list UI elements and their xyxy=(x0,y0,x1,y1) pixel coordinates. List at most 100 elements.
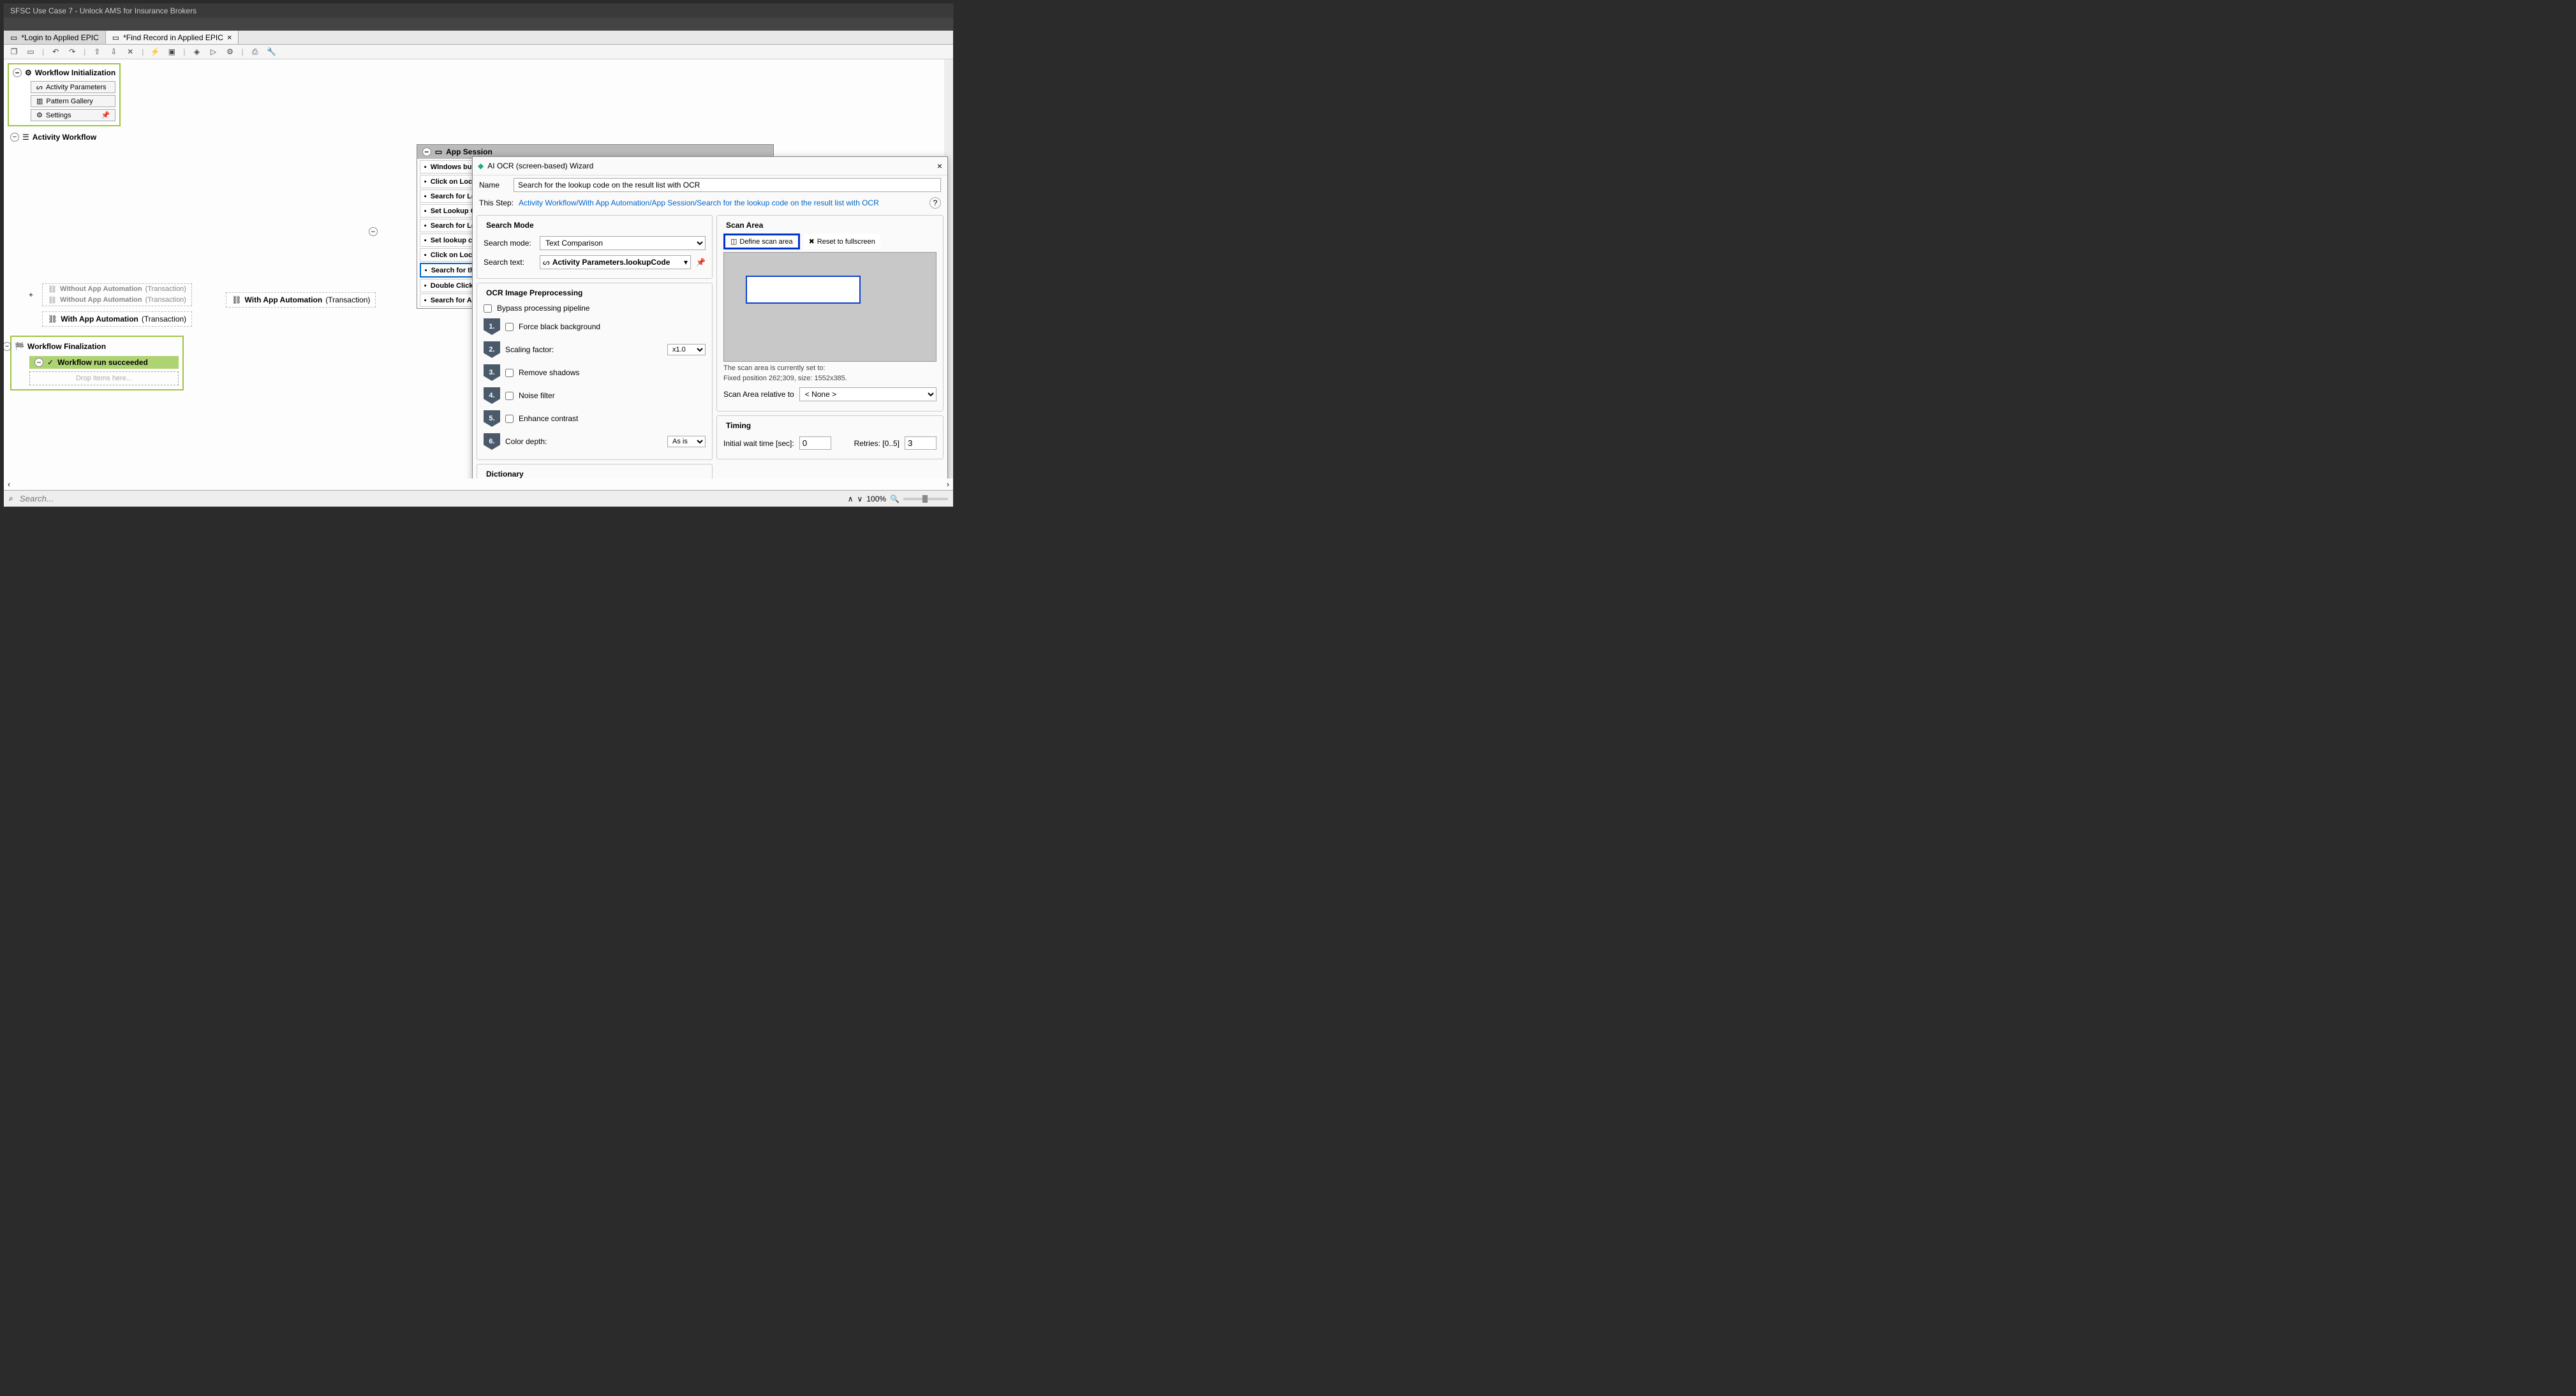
name-row: Name xyxy=(473,175,947,195)
activity-workflow-header[interactable]: − ☰ Activity Workflow xyxy=(10,131,947,143)
link-icon: ⛓ xyxy=(48,296,57,304)
close-icon[interactable]: × xyxy=(227,33,232,42)
gear-icon[interactable]: ⚙ xyxy=(225,47,235,57)
step-path-row: This Step: Activity Workflow/With App Au… xyxy=(473,195,947,211)
tab-find-record[interactable]: ▭ *Find Record in Applied EPIC × xyxy=(106,31,239,44)
chevron-down-icon[interactable]: ∨ xyxy=(857,494,863,503)
ocr-select[interactable]: x1.0 xyxy=(667,344,706,355)
ocr-step: 3. Remove shadows xyxy=(484,361,706,384)
toolbar: ❐ ▭ | ↶ ↷ | ⇧ ⇩ ✕ | ⚡ ▣ | ◈ ▷ ⚙ | ⎙ 🔧 xyxy=(4,45,953,59)
play-icon[interactable]: ▷ xyxy=(209,47,219,57)
with-app-automation-after: ⛓ With App Automation (Transaction) xyxy=(42,311,192,327)
gears-icon: ⚙ xyxy=(25,68,32,77)
down-icon[interactable]: ⇩ xyxy=(108,47,119,57)
check-icon: ✓ xyxy=(47,358,54,367)
retries-input[interactable] xyxy=(905,436,936,450)
wand-icon[interactable]: ⚡ xyxy=(150,47,160,57)
truck-icon[interactable]: ▣ xyxy=(167,47,177,57)
pin-icon[interactable]: 📌 xyxy=(696,258,706,267)
step-path[interactable]: Activity Workflow/With App Automation/Ap… xyxy=(519,198,879,207)
name-label: Name xyxy=(479,181,508,189)
up-icon[interactable]: ⇧ xyxy=(92,47,102,57)
ocr-checkbox[interactable] xyxy=(505,415,514,423)
collapse-icon[interactable]: − xyxy=(10,133,19,142)
scan-note-2: Fixed position 262;309, size: 1552x385. xyxy=(723,375,936,382)
scan-preview[interactable] xyxy=(723,252,936,362)
print-icon[interactable]: ⎙ xyxy=(250,47,260,57)
ocr-checkbox[interactable] xyxy=(505,323,514,331)
pattern-gallery-button[interactable]: ▥Pattern Gallery xyxy=(31,95,115,107)
chevron-down-icon[interactable]: ▾ xyxy=(684,258,688,267)
step-icon: ▪ xyxy=(424,163,427,171)
zoom-icon[interactable]: 🔍 xyxy=(890,494,899,503)
relative-to-select[interactable]: < None > xyxy=(799,387,936,401)
scan-note-1: The scan area is currently set to: xyxy=(723,364,936,372)
define-scan-area-button[interactable]: ◫Define scan area xyxy=(723,234,800,249)
ghost-item[interactable]: ⛓Without App Automation (Transaction) xyxy=(43,295,191,306)
pin-icon[interactable]: 📌 xyxy=(101,111,110,119)
bypass-checkbox[interactable] xyxy=(484,304,492,313)
menubar xyxy=(4,18,953,31)
name-input[interactable] xyxy=(514,178,941,192)
zoom-slider[interactable] xyxy=(903,498,948,500)
branch-header[interactable]: ⛓ With App Automation (Transaction) xyxy=(228,294,374,306)
wizard-icon: ◆ xyxy=(478,161,484,170)
tab-login[interactable]: ▭ *Login to Applied EPIC xyxy=(4,31,106,44)
copy-icon[interactable]: ❐ xyxy=(9,47,19,57)
ocr-checkbox[interactable] xyxy=(505,392,514,400)
titlebar: SFSC Use Case 7 - Unlock AMS for Insuran… xyxy=(4,4,953,18)
reset-fullscreen-button[interactable]: ✖Reset to fullscreen xyxy=(804,234,880,249)
collapse-icon[interactable]: − xyxy=(369,227,378,236)
step-icon: ▪ xyxy=(424,297,427,304)
drop-zone[interactable]: Drop Items here... xyxy=(29,371,179,385)
ocr-step-label: Remove shadows xyxy=(519,368,579,377)
wait-input[interactable] xyxy=(799,436,831,450)
wrench-icon[interactable]: 🔧 xyxy=(267,47,277,57)
delete-icon[interactable]: ✕ xyxy=(125,47,135,57)
scan-selection xyxy=(746,276,861,304)
chevron-up-icon[interactable]: ∧ xyxy=(848,494,854,503)
search-input[interactable] xyxy=(17,493,844,505)
timing-fieldset: Timing Initial wait time [sec]: Retries:… xyxy=(716,415,944,459)
search-text-label: Search text: xyxy=(484,258,535,267)
tab-label: *Login to Applied EPIC xyxy=(21,33,98,42)
search-text-combo[interactable]: ᔕ Activity Parameters.lookupCode ▾ xyxy=(540,255,691,269)
redo-icon[interactable]: ↷ xyxy=(67,47,77,57)
collapse-icon[interactable]: − xyxy=(13,68,22,77)
step-icon: ▪ xyxy=(424,282,427,290)
step-number: 3. xyxy=(484,364,500,381)
ocr-checkbox[interactable] xyxy=(505,369,514,377)
params-icon: ᔕ xyxy=(543,258,550,267)
ghost-item[interactable]: ⛓Without App Automation (Transaction) xyxy=(43,284,191,295)
branch-header[interactable]: ⛓ With App Automation (Transaction) xyxy=(44,313,190,325)
workflow-success-row[interactable]: − ✓ Workflow run succeeded xyxy=(29,356,179,369)
ocr-step: 2. Scaling factor: x1.0 xyxy=(484,338,706,361)
collapse-icon[interactable]: − xyxy=(422,147,431,156)
breakpoint-icon[interactable]: ◈ xyxy=(192,47,202,57)
activity-params-button[interactable]: ᔕActivity Parameters xyxy=(31,81,115,93)
settings-button[interactable]: ⚙Settings📌 xyxy=(31,109,115,121)
close-icon[interactable]: × xyxy=(937,161,942,171)
ocr-select[interactable]: As is xyxy=(667,436,706,447)
chevron-right-icon[interactable]: › xyxy=(947,480,949,489)
step-icon: ▪ xyxy=(424,237,427,244)
finalization-header[interactable]: − 🏁 Workflow Finalization xyxy=(15,341,179,352)
ocr-wizard-dialog: ◆ AI OCR (screen-based) Wizard × Name Th… xyxy=(472,156,948,479)
workspace: − ⚙ Workflow Initialization ᔕActivity Pa… xyxy=(4,59,953,479)
wizard-title: AI OCR (screen-based) Wizard xyxy=(487,161,593,170)
add-icon[interactable]: + xyxy=(29,290,33,299)
collapse-icon[interactable]: − xyxy=(4,342,11,351)
help-icon[interactable]: ? xyxy=(929,197,941,209)
search-mode-select[interactable]: Text Comparison xyxy=(540,236,706,250)
chevron-left-icon[interactable]: ‹ xyxy=(8,480,10,489)
paste-icon[interactable]: ▭ xyxy=(26,47,36,57)
workflow-init-header[interactable]: − ⚙ Workflow Initialization xyxy=(13,68,115,77)
undo-icon[interactable]: ↶ xyxy=(50,47,61,57)
ghost-transactions: + ⛓Without App Automation (Transaction) … xyxy=(42,283,192,306)
with-app-automation-branch: ⛓ With App Automation (Transaction) xyxy=(226,292,376,308)
collapse-icon[interactable]: − xyxy=(34,358,43,367)
gear-icon: ⚙ xyxy=(36,111,43,119)
search-icon: ⌕ xyxy=(9,494,13,503)
workflow-init-block: − ⚙ Workflow Initialization ᔕActivity Pa… xyxy=(8,63,121,126)
ocr-preprocessing-fieldset: OCR Image Preprocessing Bypass processin… xyxy=(477,283,713,460)
